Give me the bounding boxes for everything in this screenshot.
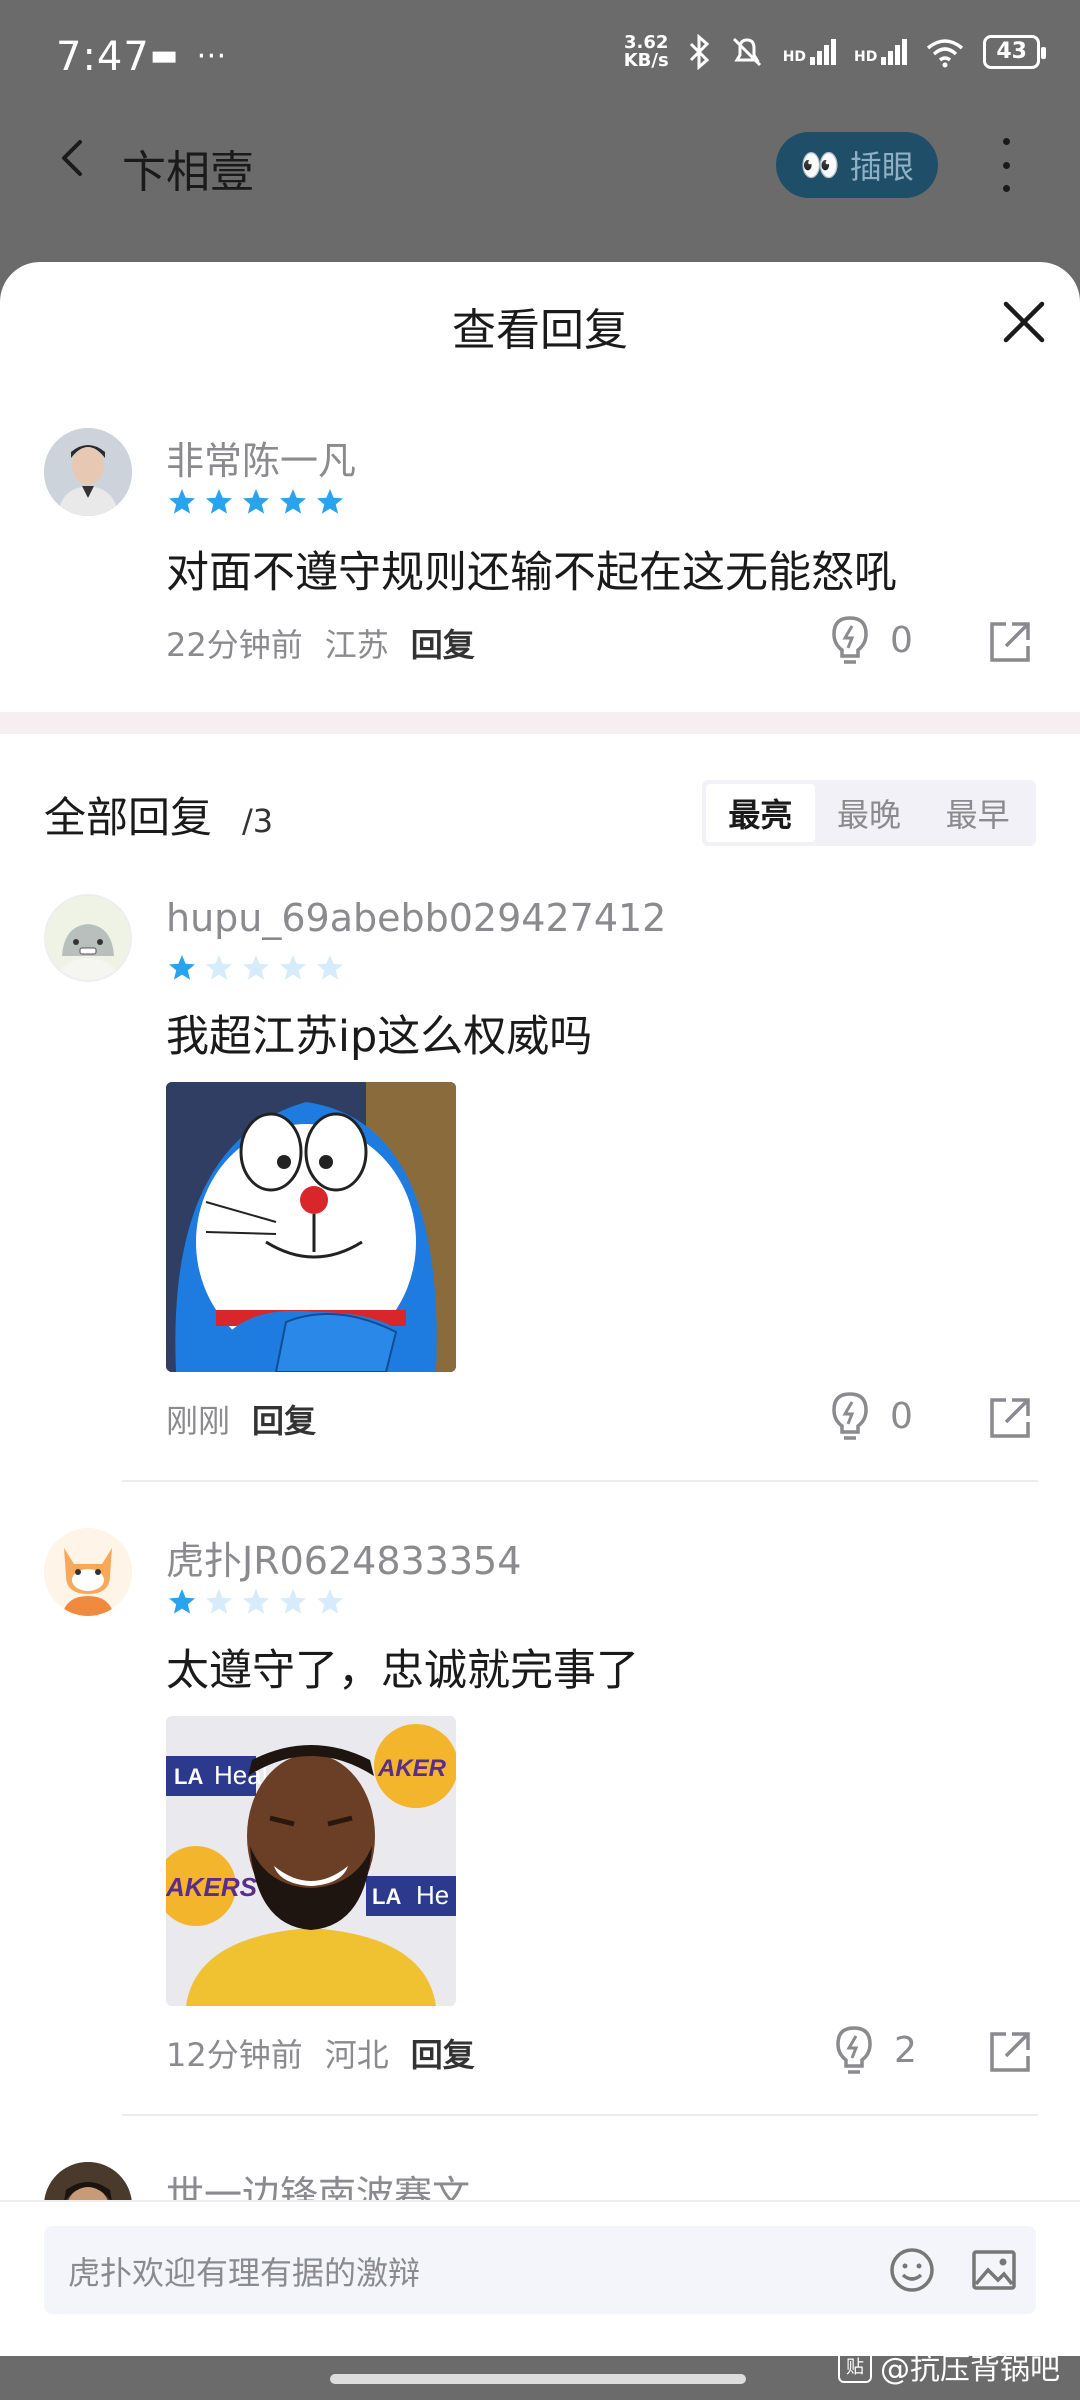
sticker-image[interactable]: LA Heal AKER AKERS LA He xyxy=(166,1716,456,2006)
star-icon xyxy=(243,1589,269,1614)
signal-1-icon: HD xyxy=(783,39,837,65)
like-count: 2 xyxy=(894,2029,917,2071)
status-bar: 7:47 ▬ ⋯ 3.62 KB/s HD HD 43 xyxy=(0,0,1080,120)
lightbulb-icon xyxy=(836,2026,872,2074)
bluetooth-icon xyxy=(689,34,709,70)
star-icon xyxy=(280,955,306,980)
like-count: 0 xyxy=(890,619,913,661)
status-left-icons: ▬ ⋯ xyxy=(150,38,226,73)
lightbulb-icon xyxy=(832,1392,868,1440)
all-replies-title: 全部回复 xyxy=(44,793,213,842)
home-indicator[interactable] xyxy=(330,2374,746,2384)
share-icon[interactable] xyxy=(986,2028,1034,2076)
sort-tab-earliest[interactable]: 最早 xyxy=(923,784,1032,842)
peek-button[interactable]: 👀 插眼 xyxy=(776,132,938,198)
rating-stars xyxy=(168,488,344,516)
battery-indicator: 43 xyxy=(983,35,1046,69)
comment-time: 刚刚 xyxy=(166,1402,231,1440)
star-icon xyxy=(280,489,306,514)
sort-tab-brightest[interactable]: 最亮 xyxy=(706,784,815,842)
status-right-icons: 3.62 KB/s HD HD 43 xyxy=(623,32,1046,71)
sort-tabs: 最亮 最晚 最早 xyxy=(702,780,1036,846)
comment-time: 12分钟前 xyxy=(166,2036,303,2074)
app-notification-icon: ▬ xyxy=(150,38,179,73)
star-icon xyxy=(243,489,269,514)
sheet-title: 查看回复 xyxy=(452,305,628,356)
emoji-icon[interactable] xyxy=(888,2246,936,2294)
comment-location: 河北 xyxy=(324,2036,389,2074)
backdrop-text: He xyxy=(416,1880,449,1910)
username[interactable]: 虎扑JR0624833354 xyxy=(166,1530,521,1585)
backdrop-text: LA xyxy=(372,1884,401,1909)
avatar[interactable] xyxy=(44,428,132,516)
eyes-icon: 👀 xyxy=(800,146,840,184)
more-options-icon[interactable] xyxy=(996,138,1016,192)
comment-meta: 22分钟前 江苏 回复 xyxy=(166,620,475,666)
star-icon xyxy=(317,955,343,980)
net-speed: 3.62 KB/s xyxy=(623,32,669,71)
backdrop-text: LA xyxy=(174,1764,203,1789)
like-button[interactable]: 0 xyxy=(828,614,913,666)
reply-sheet: 查看回复 非常陈一凡 对面不遵守规则还输不起在这无能怒吼 22分钟前 江苏 回复… xyxy=(0,262,1080,2356)
watermark-text: @抗压背锅吧 xyxy=(880,2352,1060,2387)
star-icon xyxy=(206,1589,232,1614)
comment-text: 我超江苏ip这么权威吗 xyxy=(166,1012,593,1062)
section-divider xyxy=(0,712,1080,734)
rating-stars xyxy=(168,954,344,982)
star-icon xyxy=(243,955,269,980)
image-icon[interactable] xyxy=(970,2246,1018,2294)
tieba-badge-icon: 贴 xyxy=(838,2349,872,2383)
star-icon xyxy=(317,1589,343,1614)
comment-location: 江苏 xyxy=(324,626,389,664)
username[interactable]: hupu_69abebb029427412 xyxy=(166,896,666,940)
avatar[interactable] xyxy=(44,1528,132,1616)
sticker-image[interactable] xyxy=(166,1082,456,1372)
comment-input-placeholder: 虎扑欢迎有理有据的激辩 xyxy=(68,2254,421,2292)
comment-input[interactable]: 虎扑欢迎有理有据的激辩 xyxy=(44,2226,1036,2314)
back-arrow-icon[interactable] xyxy=(52,138,92,178)
divider xyxy=(122,2114,1038,2116)
mute-bell-icon xyxy=(732,37,761,67)
all-replies-count: /3 xyxy=(242,802,274,840)
star-icon xyxy=(317,489,343,514)
share-icon[interactable] xyxy=(986,618,1034,666)
comment-text: 太遵守了，忠诚就完事了 xyxy=(166,1646,639,1696)
like-button[interactable]: 2 xyxy=(832,2024,917,2076)
star-icon xyxy=(280,1589,306,1614)
comment-meta: 12分钟前 河北 回复 xyxy=(166,2030,475,2076)
peek-button-label: 插眼 xyxy=(849,148,914,186)
wifi-icon xyxy=(927,39,964,68)
comment-input-bar: 虎扑欢迎有理有据的激辩 xyxy=(0,2200,1080,2356)
backdrop-text: AKER xyxy=(377,1755,447,1782)
close-icon[interactable] xyxy=(1000,298,1048,346)
like-count: 0 xyxy=(890,1395,913,1437)
watermark: 贴 @抗压背锅吧 xyxy=(838,2344,1060,2388)
backdrop-text: AKERS xyxy=(166,1872,258,1902)
page-title: 卞相壹 xyxy=(122,147,254,198)
reply-button[interactable]: 回复 xyxy=(252,1396,316,1442)
sort-tab-latest[interactable]: 最晚 xyxy=(815,784,924,842)
lightbulb-icon xyxy=(832,616,868,664)
star-icon xyxy=(169,489,195,514)
status-time: 7:47 xyxy=(56,34,150,80)
username[interactable]: 非常陈一凡 xyxy=(166,430,356,485)
divider xyxy=(122,1480,1038,1482)
star-icon xyxy=(169,1589,195,1614)
star-icon xyxy=(206,489,232,514)
more-notifications-icon: ⋯ xyxy=(196,38,227,73)
rating-stars xyxy=(168,1588,344,1616)
reply-button[interactable]: 回复 xyxy=(411,620,475,666)
comment-text: 对面不遵守规则还输不起在这无能怒吼 xyxy=(166,548,897,598)
reply-button[interactable]: 回复 xyxy=(411,2030,475,2076)
comment-meta: 刚刚 回复 xyxy=(166,1396,316,1442)
signal-2-icon: HD xyxy=(854,39,908,65)
comment-time: 22分钟前 xyxy=(166,626,303,664)
star-icon xyxy=(169,955,195,980)
share-icon[interactable] xyxy=(986,1394,1034,1442)
like-button[interactable]: 0 xyxy=(828,1390,913,1442)
avatar[interactable] xyxy=(44,894,132,982)
star-icon xyxy=(206,955,232,980)
